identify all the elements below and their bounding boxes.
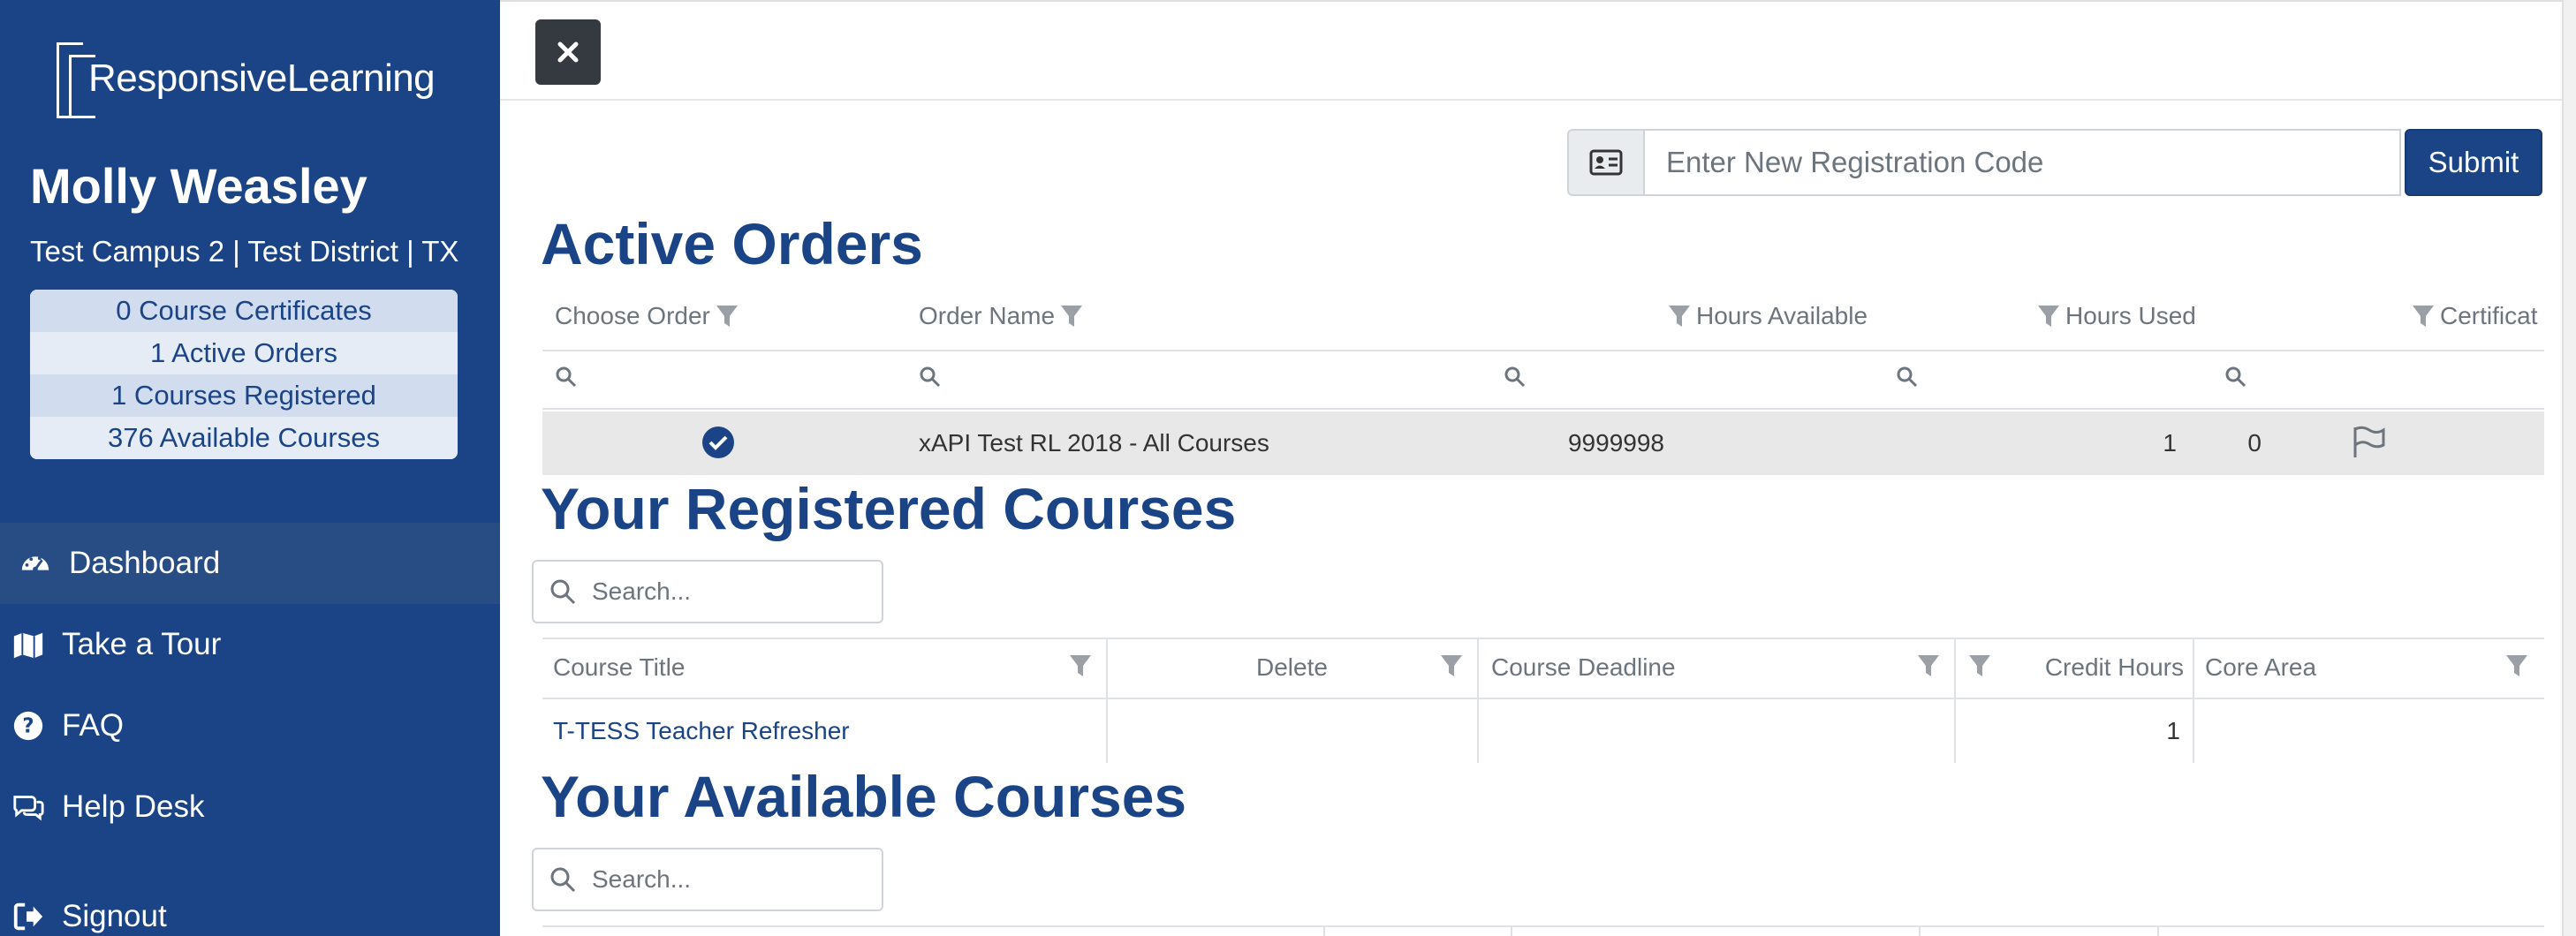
id-card-icon bbox=[1567, 129, 1645, 196]
column-divider bbox=[1919, 925, 1921, 936]
column-header-course-deadline[interactable]: Course Deadline bbox=[1491, 653, 1676, 682]
divider bbox=[542, 698, 2544, 699]
registered-courses-search-placeholder: Search... bbox=[592, 577, 692, 605]
credit-hours: 1 bbox=[2166, 717, 2180, 744]
column-header-certificates[interactable]: Certificat bbox=[2412, 302, 2544, 330]
filter-icon[interactable] bbox=[1440, 653, 1463, 678]
nav-help-desk-label: Help Desk bbox=[62, 789, 205, 824]
main-panel: Enter New Registration Code Submit Activ… bbox=[500, 0, 2576, 936]
search-icon[interactable] bbox=[555, 366, 578, 389]
available-courses-search-placeholder: Search... bbox=[592, 865, 692, 893]
stat-active-orders[interactable]: 1 Active Orders bbox=[30, 332, 458, 374]
search-icon[interactable] bbox=[1504, 366, 1527, 389]
submit-button[interactable]: Submit bbox=[2405, 129, 2542, 196]
filter-icon[interactable] bbox=[1069, 653, 1092, 678]
stat-available-courses[interactable]: 376 Available Courses bbox=[30, 417, 458, 459]
nav-dashboard[interactable]: Dashboard bbox=[0, 523, 500, 604]
nav-dashboard-label: Dashboard bbox=[69, 546, 221, 580]
close-button[interactable] bbox=[535, 19, 601, 85]
table-row: T-TESS Teacher Refresher 1 bbox=[542, 701, 2544, 763]
filter-icon[interactable] bbox=[1668, 304, 1691, 328]
svg-text:?: ? bbox=[22, 715, 34, 738]
registered-courses-title: Your Registered Courses bbox=[541, 476, 1237, 541]
divider bbox=[542, 638, 2544, 639]
column-header-hours-used[interactable]: Hours Used bbox=[2037, 302, 2196, 330]
divider bbox=[542, 350, 2544, 351]
nav-signout[interactable]: Signout bbox=[0, 876, 500, 936]
check-circle-icon[interactable] bbox=[701, 426, 735, 459]
registered-courses-search[interactable]: Search... bbox=[532, 560, 883, 623]
logo-text: ResponsiveLearning bbox=[88, 57, 436, 100]
nav-take-a-tour-label: Take a Tour bbox=[62, 627, 222, 661]
stat-course-certificates[interactable]: 0 Course Certificates bbox=[30, 290, 458, 332]
comments-icon bbox=[11, 789, 46, 825]
active-orders-title: Active Orders bbox=[541, 211, 923, 276]
search-icon[interactable] bbox=[1896, 366, 1919, 389]
flag-icon[interactable] bbox=[2352, 426, 2387, 459]
nav-take-a-tour[interactable]: Take a Tour bbox=[0, 604, 500, 685]
filter-icon[interactable] bbox=[1060, 304, 1083, 328]
column-header-course-title-label: Course Title bbox=[553, 653, 686, 681]
order-name: xAPI Test RL 2018 - All Courses bbox=[919, 429, 1269, 457]
filter-icon[interactable] bbox=[1917, 653, 1940, 678]
column-header-hours-used-label: Hours Used bbox=[2065, 302, 2196, 329]
nav-faq[interactable]: ? FAQ bbox=[0, 685, 500, 766]
divider bbox=[542, 925, 2544, 927]
stat-courses-registered[interactable]: 1 Courses Registered bbox=[30, 374, 458, 417]
search-icon bbox=[550, 867, 576, 893]
table-row[interactable]: xAPI Test RL 2018 - All Courses 9999998 … bbox=[542, 411, 2544, 475]
column-header-choose-order-label: Choose Order bbox=[555, 302, 710, 329]
column-header-course-title[interactable]: Course Title bbox=[553, 653, 685, 682]
filter-icon[interactable] bbox=[2037, 304, 2060, 328]
course-title-link[interactable]: T-TESS Teacher Refresher bbox=[553, 717, 850, 745]
column-header-delete-label: Delete bbox=[1256, 653, 1328, 681]
close-icon bbox=[557, 42, 579, 63]
column-header-delete[interactable]: Delete bbox=[1256, 653, 1328, 682]
available-courses-search[interactable]: Search... bbox=[532, 848, 883, 911]
column-divider bbox=[1323, 925, 1325, 936]
column-header-certificates-label: Certificat bbox=[2440, 302, 2538, 329]
dashboard-icon bbox=[18, 546, 53, 581]
column-header-order-name[interactable]: Order Name bbox=[919, 302, 1083, 330]
column-header-credit-hours-label: Credit Hours bbox=[2044, 653, 2184, 681]
hours-used: 1 bbox=[2163, 429, 2177, 457]
user-name: Molly Weasley bbox=[30, 158, 367, 214]
user-organization: Test Campus 2 | Test District | TX bbox=[30, 235, 459, 268]
column-header-core-area[interactable]: Core Area bbox=[2205, 653, 2316, 682]
certificates-count: 0 bbox=[2247, 429, 2262, 457]
filter-icon[interactable] bbox=[2505, 653, 2528, 678]
panel-header bbox=[500, 0, 2576, 101]
search-icon[interactable] bbox=[2224, 366, 2247, 389]
column-header-core-area-label: Core Area bbox=[2205, 653, 2317, 681]
filter-icon[interactable] bbox=[716, 304, 739, 328]
map-icon bbox=[11, 627, 46, 662]
column-divider bbox=[2157, 925, 2159, 936]
hours-available: 9999998 bbox=[1567, 429, 1664, 457]
filter-icon[interactable] bbox=[1968, 653, 1991, 678]
nav-faq-label: FAQ bbox=[62, 708, 125, 743]
divider bbox=[542, 408, 2544, 410]
filter-icon[interactable] bbox=[2412, 304, 2435, 328]
column-header-course-deadline-label: Course Deadline bbox=[1491, 653, 1676, 681]
column-header-choose-order[interactable]: Choose Order bbox=[555, 302, 739, 330]
registration-code-input[interactable]: Enter New Registration Code bbox=[1645, 129, 2401, 196]
scrollbar[interactable] bbox=[2562, 0, 2576, 936]
column-divider bbox=[1511, 925, 1512, 936]
available-courses-title: Your Available Courses bbox=[541, 764, 1187, 829]
search-icon[interactable] bbox=[919, 366, 942, 389]
nav-signout-label: Signout bbox=[62, 899, 167, 933]
nav-help-desk[interactable]: Help Desk bbox=[0, 766, 500, 848]
column-header-credit-hours[interactable]: Credit Hours bbox=[2037, 653, 2184, 682]
column-header-order-name-label: Order Name bbox=[919, 302, 1056, 329]
sign-out-icon bbox=[11, 899, 46, 934]
search-icon bbox=[550, 579, 576, 605]
sidebar: ResponsiveLearning Molly Weasley Test Ca… bbox=[0, 0, 500, 936]
column-header-hours-available-label: Hours Available bbox=[1696, 302, 1868, 329]
logo[interactable]: ResponsiveLearning bbox=[53, 39, 436, 124]
question-circle-icon: ? bbox=[11, 708, 46, 744]
column-header-hours-available[interactable]: Hours Available bbox=[1668, 302, 1868, 330]
user-stats: 0 Course Certificates 1 Active Orders 1 … bbox=[30, 290, 458, 459]
registration-code-group: Enter New Registration Code bbox=[1567, 129, 2431, 196]
